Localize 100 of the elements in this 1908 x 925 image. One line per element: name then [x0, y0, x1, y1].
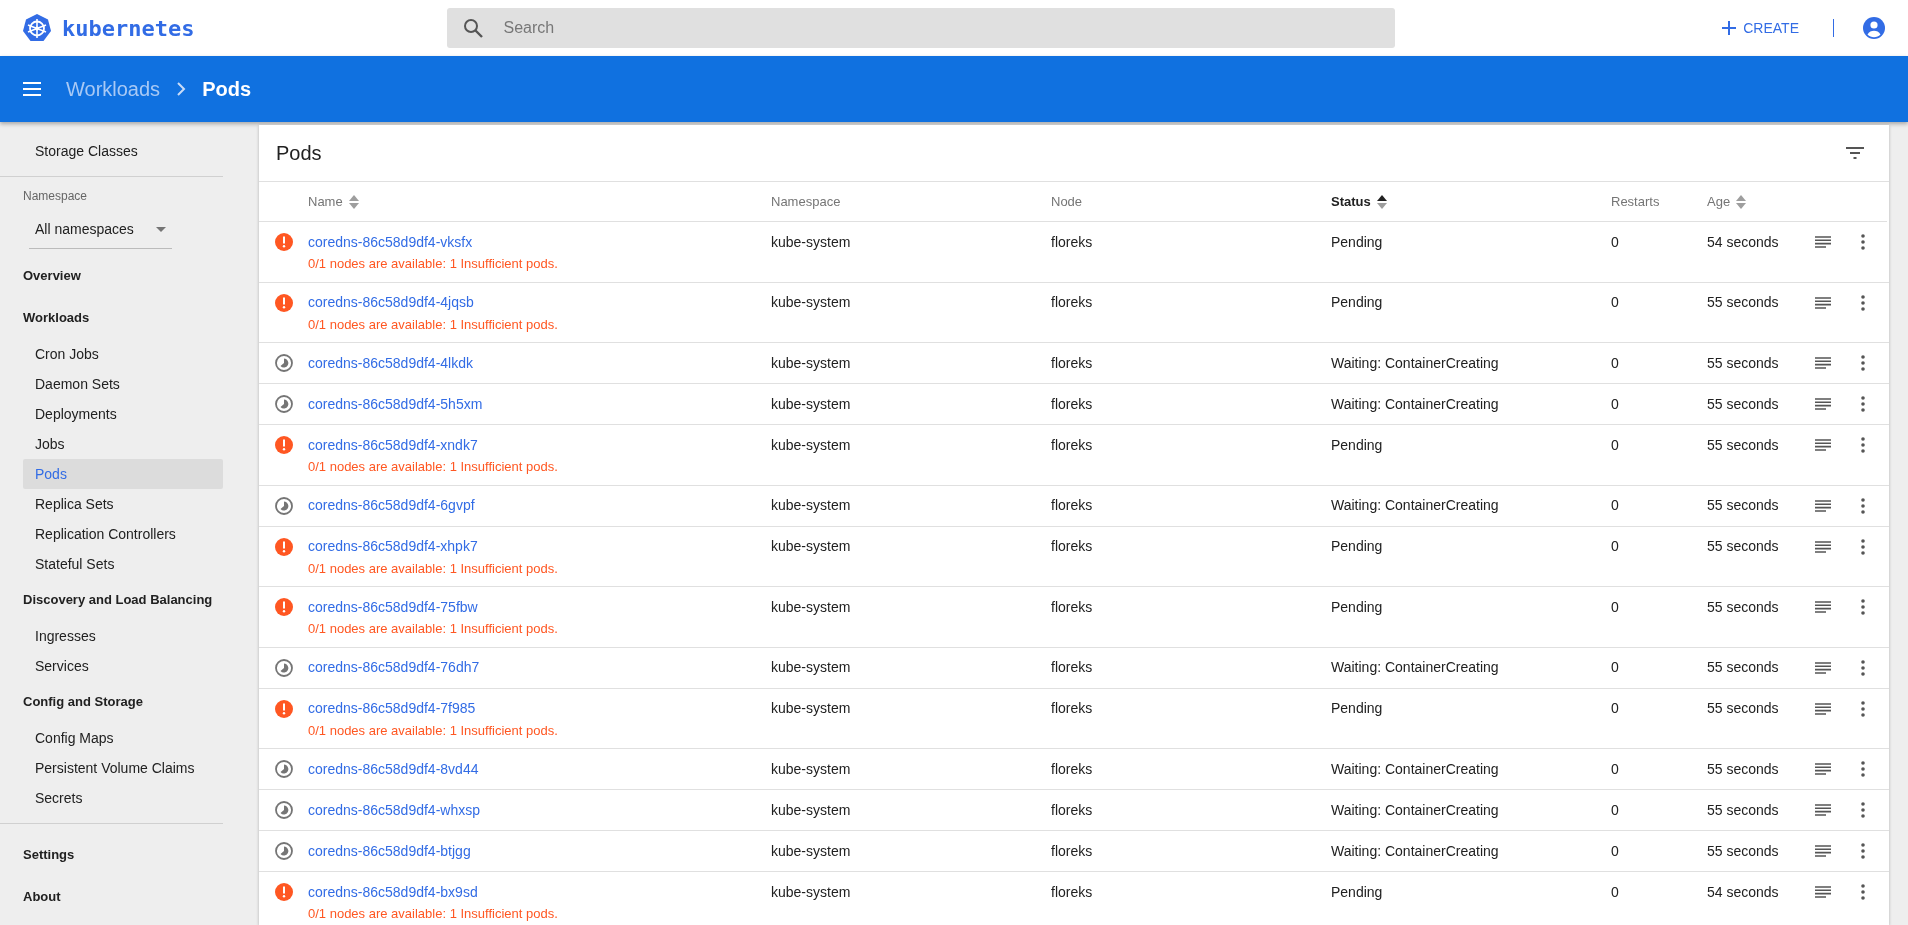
- table-cell-text: 55 seconds: [1707, 658, 1779, 677]
- table-cell-text: kube-system: [771, 232, 851, 252]
- kebab-menu-icon[interactable]: [1861, 294, 1865, 311]
- sidebar-item[interactable]: Secrets: [23, 783, 223, 813]
- sidebar-item[interactable]: Config Maps: [23, 723, 223, 753]
- sort-icon[interactable]: [1376, 194, 1387, 209]
- sidebar-item[interactable]: Stateful Sets: [23, 549, 223, 579]
- pod-name-link[interactable]: coredns-86c58d9df4-bx9sd: [308, 881, 478, 903]
- sidebar-item[interactable]: Services: [23, 651, 223, 681]
- table-cell-text: Pending: [1331, 293, 1383, 312]
- table-cell-text: 0: [1611, 699, 1619, 718]
- table-cell-text: 55 seconds: [1707, 537, 1779, 556]
- card-title: Pods: [276, 141, 322, 166]
- sidebar-item[interactable]: Daemon Sets: [23, 369, 223, 399]
- text-lines-icon[interactable]: [1815, 236, 1831, 248]
- menu-icon[interactable]: [22, 81, 42, 97]
- pod-name-link[interactable]: coredns-86c58d9df4-5h5xm: [308, 393, 483, 415]
- text-lines-icon[interactable]: [1815, 540, 1831, 553]
- column-header[interactable]: Age: [1707, 191, 1731, 212]
- pod-name-link[interactable]: coredns-86c58d9df4-7f985: [308, 698, 476, 719]
- kebab-menu-icon[interactable]: [1861, 802, 1865, 818]
- text-lines-icon[interactable]: [1815, 845, 1831, 857]
- namespace-label: Namespace: [22, 188, 89, 205]
- sidebar-item[interactable]: Jobs: [23, 429, 223, 459]
- sidebar-item[interactable]: Replication Controllers: [23, 519, 223, 549]
- sidebar-item[interactable]: Deployments: [23, 399, 223, 429]
- text-lines-icon[interactable]: [1815, 702, 1831, 715]
- table-cell-text: 0: [1611, 658, 1619, 677]
- text-lines-icon[interactable]: [1815, 357, 1831, 369]
- column-header[interactable]: Status: [1331, 191, 1371, 212]
- logo-icon[interactable]: [22, 13, 52, 43]
- sidebar-item[interactable]: Replica Sets: [23, 489, 223, 519]
- error-message: 0/1 nodes are available: 1 Insufficient pods.: [308, 721, 559, 740]
- logo-text[interactable]: kubernetes: [62, 11, 195, 45]
- plus-icon: [1721, 20, 1738, 36]
- caret-icon: [156, 227, 166, 232]
- table-cell-text: 55 seconds: [1707, 353, 1779, 373]
- sidebar-section[interactable]: About: [0, 876, 223, 918]
- search-bar[interactable]: Search: [447, 8, 1396, 48]
- table-cell-text: 0: [1611, 841, 1619, 861]
- kebab-menu-icon[interactable]: [1861, 599, 1865, 615]
- sidebar-section[interactable]: Discovery and Load Balancing: [0, 579, 223, 621]
- kebab-menu-icon[interactable]: [1861, 884, 1865, 900]
- kebab-menu-icon[interactable]: [1861, 538, 1865, 555]
- pod-name-link[interactable]: coredns-86c58d9df4-4jqsb: [308, 292, 474, 313]
- sidebar-section[interactable]: Workloads: [0, 297, 223, 339]
- pod-name-link[interactable]: coredns-86c58d9df4-vksfx: [308, 231, 473, 253]
- account-icon[interactable]: [1862, 16, 1886, 40]
- text-lines-icon[interactable]: [1815, 296, 1831, 309]
- sidebar-section[interactable]: Config and Storage: [0, 681, 223, 723]
- table-cell-text: 0: [1611, 800, 1619, 820]
- kebab-menu-icon[interactable]: [1861, 396, 1865, 412]
- pod-name-link[interactable]: coredns-86c58d9df4-6gvpf: [308, 495, 475, 516]
- table-cell-text: floreks: [1051, 394, 1093, 414]
- text-lines-icon[interactable]: [1815, 439, 1831, 451]
- text-lines-icon[interactable]: [1815, 804, 1831, 816]
- table-cell-text: 55 seconds: [1707, 435, 1779, 455]
- pod-name-link[interactable]: coredns-86c58d9df4-xndk7: [308, 434, 478, 456]
- text-lines-icon[interactable]: [1815, 763, 1831, 775]
- pod-name-link[interactable]: coredns-86c58d9df4-whxsp: [308, 799, 480, 821]
- sidebar-section[interactable]: Settings: [0, 834, 223, 876]
- kebab-menu-icon[interactable]: [1861, 234, 1865, 250]
- kebab-menu-icon[interactable]: [1861, 355, 1865, 371]
- search-field[interactable]: Search: [501, 15, 1380, 41]
- namespace-select[interactable]: All namespaces: [29, 213, 172, 249]
- kebab-menu-icon[interactable]: [1861, 843, 1865, 859]
- text-lines-icon[interactable]: [1815, 661, 1831, 674]
- text-lines-icon[interactable]: [1815, 499, 1831, 512]
- kebab-menu-icon[interactable]: [1861, 659, 1865, 676]
- sidebar-item[interactable]: Storage Classes: [23, 136, 223, 166]
- column-header[interactable]: Name: [308, 191, 343, 212]
- table-cell-text: kube-system: [771, 496, 851, 515]
- kebab-menu-icon[interactable]: [1861, 437, 1865, 453]
- kebab-menu-icon[interactable]: [1861, 497, 1865, 514]
- sidebar-item[interactable]: Ingresses: [23, 621, 223, 651]
- table-cell-text: 55 seconds: [1707, 800, 1779, 820]
- table-cell-text: 54 seconds: [1707, 232, 1779, 252]
- table-cell-text: 0: [1611, 232, 1619, 252]
- text-lines-icon[interactable]: [1815, 398, 1831, 410]
- text-lines-icon[interactable]: [1815, 601, 1831, 613]
- table-cell-text: floreks: [1051, 232, 1093, 252]
- pod-name-link[interactable]: coredns-86c58d9df4-8vd44: [308, 758, 479, 780]
- pod-name-link[interactable]: coredns-86c58d9df4-btjgg: [308, 840, 471, 862]
- pod-name-link[interactable]: coredns-86c58d9df4-76dh7: [308, 657, 480, 678]
- sidebar-section[interactable]: Overview: [0, 255, 223, 297]
- sidebar-item[interactable]: Pods: [23, 459, 223, 489]
- sidebar-item[interactable]: Cron Jobs: [23, 339, 223, 369]
- create-button[interactable]: CREATE: [1715, 16, 1805, 40]
- pod-name-link[interactable]: coredns-86c58d9df4-75fbw: [308, 596, 478, 618]
- table-cell-text: floreks: [1051, 353, 1093, 373]
- error-message: 0/1 nodes are available: 1 Insufficient pods.: [308, 458, 559, 476]
- pod-name-link[interactable]: coredns-86c58d9df4-4lkdk: [308, 352, 473, 374]
- kebab-menu-icon[interactable]: [1861, 761, 1865, 777]
- table-cell-text: kube-system: [771, 435, 851, 455]
- table-cell-text: floreks: [1051, 800, 1093, 820]
- sidebar-item[interactable]: Persistent Volume Claims: [23, 753, 223, 783]
- pod-name-link[interactable]: coredns-86c58d9df4-xhpk7: [308, 536, 478, 557]
- filter-icon[interactable]: [1845, 146, 1865, 160]
- kebab-menu-icon[interactable]: [1861, 700, 1865, 717]
- text-lines-icon[interactable]: [1815, 886, 1831, 898]
